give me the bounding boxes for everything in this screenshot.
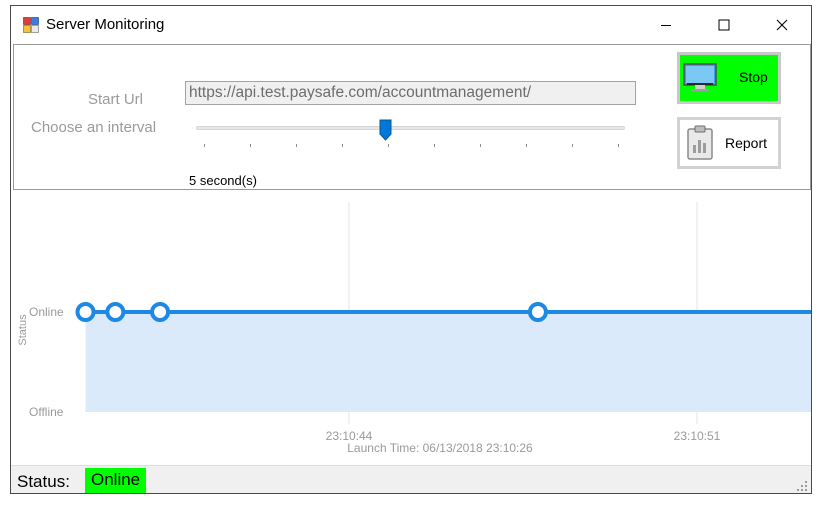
close-icon [776,19,788,31]
launch-time-annotation: Launch Time: 06/13/2018 23:10:26 [347,441,533,455]
status-bar: Status: Online [11,465,811,493]
status-point [75,302,96,322]
interval-slider-track[interactable] [196,126,625,130]
y-axis-title: Status [17,314,29,346]
settings-panel: Start Url Choose an interval 5 second(s)… [13,44,811,190]
status-point [527,302,548,322]
slider-tick [250,144,251,147]
minimize-button[interactable] [637,6,695,44]
status-area [85,312,811,412]
server-monitoring-window: Server Monitoring Start Url Choose an in… [10,5,812,494]
interval-label: Choose an interval [31,119,157,136]
slider-tick [526,144,527,147]
interval-value: 5 second(s) [189,173,257,188]
status-point [105,302,126,322]
window-title: Server Monitoring [46,16,165,33]
status-chart-svg: OfflineOnlineStatus23:10:44 23:10:51Launc… [17,202,811,455]
minimize-icon [661,25,671,26]
stop-button[interactable]: Stop [677,52,781,104]
close-button[interactable] [753,6,811,44]
report-button[interactable]: Report [677,117,781,169]
report-label: Report [725,135,768,151]
status-chart: Offline Online Status 23:10:44 23:10:51 Launc… [13,192,811,464]
slider-tick [342,144,343,147]
app-icon [23,17,39,33]
status-label: Status: [17,472,70,491]
clipboard-chart-icon [687,125,713,160]
slider-tick [204,144,205,147]
start-url-input[interactable] [185,81,636,105]
title-bar: Server Monitoring [11,6,811,44]
slider-tick [388,144,389,147]
x-tick-label: 23:10:51 [674,429,721,443]
status-point [150,302,171,322]
slider-tick [296,144,297,147]
resize-grip-icon[interactable] [796,480,808,492]
y-tick-label-online: Online [29,305,64,319]
interval-slider-thumb[interactable] [379,119,392,141]
maximize-button[interactable] [695,6,753,44]
status-badge: Online [85,468,147,493]
stop-label: Stop [739,69,768,85]
slider-tick [480,144,481,147]
y-tick-label-offline: Offline [29,405,64,419]
slider-tick [434,144,435,147]
maximize-icon [718,19,730,31]
slider-tick [572,144,573,147]
monitor-icon [683,63,717,91]
start-url-label: Start Url [88,91,144,108]
slider-tick [618,144,619,147]
